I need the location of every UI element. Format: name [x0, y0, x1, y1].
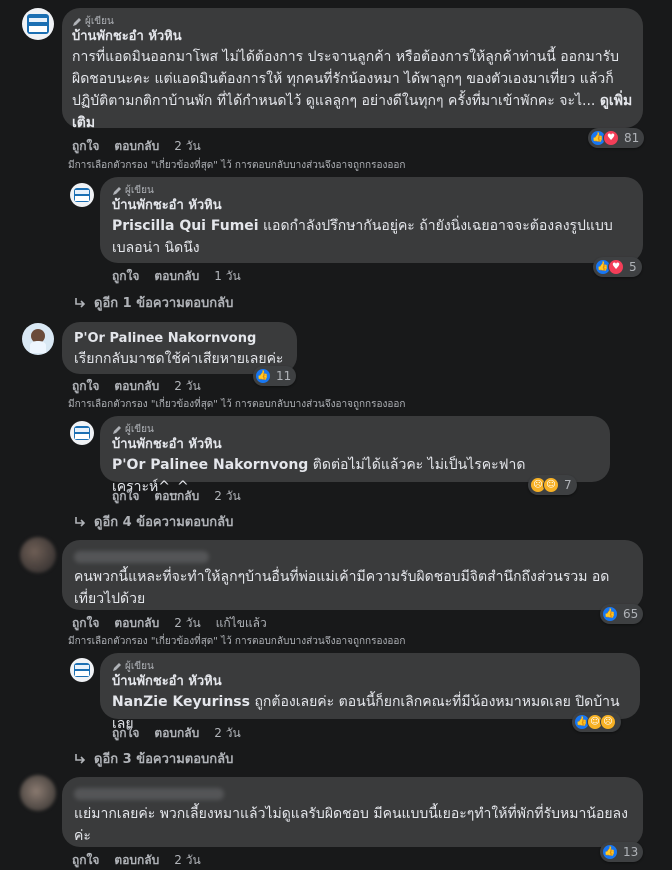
- like-button[interactable]: ถูกใจ: [72, 851, 99, 870]
- like-button[interactable]: ถูกใจ: [72, 614, 99, 633]
- reply-arrow-icon: [75, 297, 86, 308]
- pencil-icon: [113, 187, 121, 195]
- like-icon: 👍: [602, 844, 618, 860]
- reaction-summary[interactable]: 👍 65: [600, 604, 644, 624]
- reply-arrow-icon: [75, 753, 86, 764]
- like-icon: 👍: [255, 368, 271, 384]
- comment-text: การที่แอดมินออกมาโพส ไม่ได้ต้องการ ประจา…: [72, 49, 633, 131]
- filter-note: มีการเลือกตัวกรอง "เกี่ยวข้องที่สุด" ไว้…: [68, 160, 406, 171]
- filter-note: มีการเลือกตัวกรอง "เกี่ยวข้องที่สุด" ไว้…: [68, 399, 406, 410]
- reaction-summary[interactable]: 👍 13: [600, 842, 644, 862]
- timestamp[interactable]: 2 วัน: [174, 377, 200, 396]
- avatar[interactable]: [20, 775, 56, 811]
- avatar[interactable]: [20, 537, 56, 573]
- reply-button[interactable]: ตอบกลับ: [114, 137, 159, 156]
- comment-actions: ถูกใจ ตอบกลับ 2 วัน: [72, 851, 201, 870]
- filter-note: มีการเลือกตัวกรอง "เกี่ยวข้องที่สุด" ไว้…: [68, 636, 406, 647]
- heart-icon: ♥: [603, 130, 619, 146]
- timestamp[interactable]: 2 วัน: [214, 724, 240, 743]
- comment-author-blurred[interactable]: [74, 548, 631, 566]
- timestamp[interactable]: 2 วัน: [174, 614, 200, 633]
- heart-icon: ♥: [608, 259, 624, 275]
- mention-link[interactable]: Priscilla Qui Fumei: [112, 218, 259, 234]
- comment-bubble: คนพวกนี้แหละที่จะทำให้ลูกๆบ้านอื่นที่พ่อ…: [62, 540, 643, 610]
- reply-button[interactable]: ตอบกลับ: [114, 614, 159, 633]
- reply-button[interactable]: ตอบกลับ: [114, 377, 159, 396]
- timestamp[interactable]: 2 วัน: [214, 487, 240, 506]
- reply-bubble: ผู้เขียน บ้านพักชะอำ หัวหิน NanZie Keyur…: [100, 653, 640, 732]
- pencil-icon: [113, 663, 121, 671]
- reply-button[interactable]: ตอบกลับ: [154, 267, 199, 286]
- avatar[interactable]: [70, 658, 94, 682]
- reply-bubble: ผู้เขียน บ้านพักชะอำ หัวหิน P'Or Palinee…: [100, 416, 610, 495]
- timestamp[interactable]: 2 วัน: [174, 137, 200, 156]
- comment-bubble: ผู้เขียน บ้านพักชะอำ หัวหิน การที่แอดมิน…: [62, 8, 643, 131]
- care-icon: ☺: [543, 477, 559, 493]
- avatar[interactable]: [70, 421, 94, 445]
- comment-bubble: แย่มากเลยค่ะ พวกเลี้ยงหมาแล้วไม่ดูแลรับผ…: [62, 777, 643, 847]
- comment-actions: ถูกใจ ตอบกลับ 2 วัน: [72, 377, 201, 396]
- reply-actions: ถูกใจ ตอบกลับ 2 วัน: [112, 724, 241, 743]
- like-button[interactable]: ถูกใจ: [72, 377, 99, 396]
- reply-text: Priscilla Qui Fumei แอดกำลังปรึกษากันอยู…: [112, 218, 613, 256]
- pencil-icon: [113, 426, 121, 434]
- view-more-replies[interactable]: ดูอีก 3 ข้อความตอบกลับ: [74, 748, 233, 769]
- reply-button[interactable]: ตอบกลับ: [154, 724, 199, 743]
- like-button[interactable]: ถูกใจ: [112, 267, 139, 286]
- comment-author[interactable]: P'Or Palinee Nakornvong: [74, 330, 285, 348]
- author-badge: ผู้เขียน: [112, 661, 628, 673]
- like-button[interactable]: ถูกใจ: [112, 487, 139, 506]
- view-more-replies[interactable]: ดูอีก 1 ข้อความตอบกลับ: [74, 292, 233, 313]
- reply-actions: ถูกใจ ตอบกลับ 2 วัน: [112, 487, 241, 506]
- reply-button[interactable]: ตอบกลับ: [154, 487, 199, 506]
- mention-link[interactable]: P'Or Palinee Nakornvong: [112, 457, 308, 473]
- reply-arrow-icon: [75, 516, 86, 527]
- reaction-summary[interactable]: 👍 ☺ ☹: [572, 712, 621, 732]
- author-badge: ผู้เขียน: [112, 185, 631, 197]
- reaction-summary[interactable]: 👍 ♥ 81: [588, 128, 645, 148]
- reaction-summary[interactable]: 👍 11: [253, 366, 297, 386]
- reply-actions: ถูกใจ ตอบกลับ 1 วัน: [112, 267, 241, 286]
- reply-button[interactable]: ตอบกลับ: [114, 851, 159, 870]
- avatar[interactable]: [22, 8, 54, 40]
- comment-author[interactable]: บ้านพักชะอำ หัวหิน: [72, 28, 633, 46]
- reaction-summary[interactable]: ☹ ☺ 7: [528, 475, 577, 495]
- reply-author[interactable]: บ้านพักชะอำ หัวหิน: [112, 673, 628, 691]
- comment-actions: ถูกใจ ตอบกลับ 2 วัน แก้ไขแล้ว: [72, 614, 267, 633]
- avatar[interactable]: [70, 183, 94, 207]
- sad-icon: ☹: [600, 714, 616, 730]
- comment-text: แย่มากเลยค่ะ พวกเลี้ยงหมาแล้วไม่ดูแลรับผ…: [74, 806, 628, 844]
- pencil-icon: [73, 18, 81, 26]
- timestamp[interactable]: 1 วัน: [214, 267, 240, 286]
- comment-text: เรียกกลับมาชดใช้ค่าเสียหายเลยค่ะ: [74, 351, 284, 367]
- avatar[interactable]: [22, 323, 54, 355]
- timestamp[interactable]: 2 วัน: [174, 851, 200, 870]
- edited-label[interactable]: แก้ไขแล้ว: [216, 614, 267, 633]
- view-more-replies[interactable]: ดูอีก 4 ข้อความตอบกลับ: [74, 511, 233, 532]
- author-badge: ผู้เขียน: [72, 16, 633, 28]
- reaction-summary[interactable]: 👍 ♥ 5: [593, 257, 642, 277]
- author-badge: ผู้เขียน: [112, 424, 598, 436]
- like-button[interactable]: ถูกใจ: [72, 137, 99, 156]
- comment-text: คนพวกนี้แหละที่จะทำให้ลูกๆบ้านอื่นที่พ่อ…: [74, 569, 610, 607]
- reply-author[interactable]: บ้านพักชะอำ หัวหิน: [112, 197, 631, 215]
- like-icon: 👍: [602, 606, 618, 622]
- like-button[interactable]: ถูกใจ: [112, 724, 139, 743]
- comment-author-blurred[interactable]: [74, 785, 631, 803]
- mention-link[interactable]: NanZie Keyurinss: [112, 694, 250, 710]
- reply-author[interactable]: บ้านพักชะอำ หัวหิน: [112, 436, 598, 454]
- reply-bubble: ผู้เขียน บ้านพักชะอำ หัวหิน Priscilla Qu…: [100, 177, 643, 263]
- comment-actions: ถูกใจ ตอบกลับ 2 วัน: [72, 137, 201, 156]
